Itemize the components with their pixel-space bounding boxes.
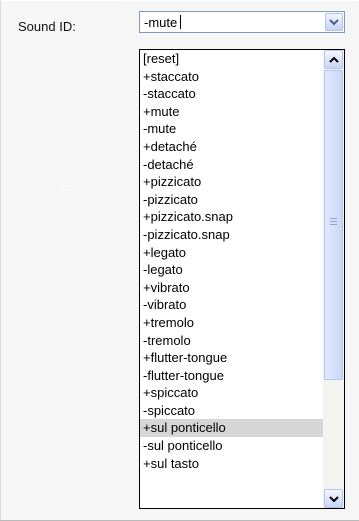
combo-dropdown-button[interactable]	[325, 13, 343, 31]
dropdown-option[interactable]: +flutter-tongue	[140, 349, 323, 367]
panel-edge-top	[0, 0, 359, 1]
dropdown-option[interactable]: -legato	[140, 261, 323, 279]
dropdown-option[interactable]: +detaché	[140, 138, 323, 156]
dropdown-option[interactable]: -flutter-tongue	[140, 367, 323, 385]
properties-panel: Sound ID: -mute [reset] +staccato -staccat…	[0, 0, 359, 521]
dropdown-option[interactable]: -detaché	[140, 156, 323, 174]
dropdown-option[interactable]: +pizzicato	[140, 173, 323, 191]
panel-edge-left	[0, 0, 1, 521]
dropdown-items: [reset] +staccato -staccato +mute -mute +deta…	[140, 50, 323, 472]
vertical-scrollbar[interactable]	[323, 50, 344, 508]
grip-icon	[330, 218, 337, 226]
dropdown-option[interactable]: +spiccato	[140, 384, 323, 402]
text-caret	[180, 15, 182, 29]
sound-id-input[interactable]: -mute	[144, 15, 182, 30]
dropdown-option[interactable]: -pizzicato	[140, 191, 323, 209]
chevron-up-icon	[329, 56, 339, 63]
dropdown-option[interactable]: [reset]	[140, 50, 323, 68]
chevron-down-icon	[329, 19, 339, 26]
sound-id-combobox[interactable]: -mute	[139, 11, 345, 33]
chevron-down-icon	[329, 496, 339, 503]
dropdown-option[interactable]: -tremolo	[140, 332, 323, 350]
dropdown-option[interactable]: -staccato	[140, 85, 323, 103]
dropdown-option[interactable]: -vibrato	[140, 296, 323, 314]
dropdown-option[interactable]: +sul ponticello	[140, 419, 323, 438]
sound-id-dropdown-list[interactable]: [reset] +staccato -staccato +mute -mute +deta…	[139, 49, 345, 509]
scroll-up-button[interactable]	[324, 50, 343, 69]
dropdown-option[interactable]: -mute	[140, 120, 323, 138]
dropdown-option[interactable]: +mute	[140, 103, 323, 121]
dropdown-option[interactable]: +vibrato	[140, 279, 323, 297]
dropdown-option[interactable]: -spiccato	[140, 402, 323, 420]
dropdown-option[interactable]: +sul tasto	[140, 455, 323, 473]
sound-id-value: -mute	[144, 15, 178, 30]
dropdown-option[interactable]: +tremolo	[140, 314, 323, 332]
dropdown-option[interactable]: +staccato	[140, 68, 323, 86]
panel-dash-mark	[62, 186, 68, 187]
dropdown-option[interactable]: -sul ponticello	[140, 437, 323, 455]
dropdown-option[interactable]: +legato	[140, 244, 323, 262]
scrollbar-thumb[interactable]	[324, 70, 343, 380]
dropdown-option[interactable]: -pizzicato.snap	[140, 226, 323, 244]
sound-id-label: Sound ID:	[18, 19, 76, 34]
scroll-down-button[interactable]	[324, 489, 343, 508]
dropdown-option[interactable]: +pizzicato.snap	[140, 208, 323, 226]
